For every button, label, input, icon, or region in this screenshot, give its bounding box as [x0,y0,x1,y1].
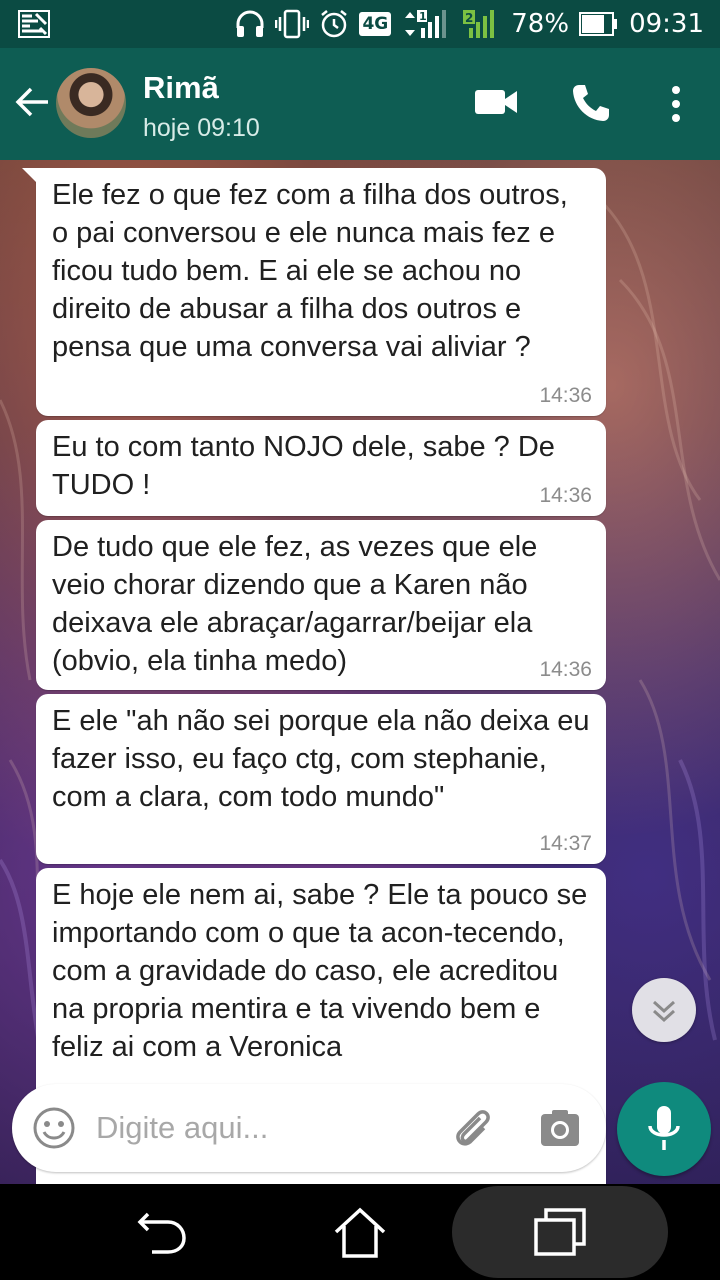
chat-header: Rimã hoje 09:10 [0,48,720,160]
message-time: 14:36 [539,384,592,407]
message-composer[interactable]: Digite aqui... [12,1084,606,1172]
message-text: Eu to com tanto NOJO dele, sabe ? De TUD… [52,431,563,501]
last-seen: hoje 09:10 [143,114,260,142]
more-vert-icon[interactable] [664,84,688,124]
chat-area[interactable]: Ele fez o que fez com a filha dos outros… [0,160,720,1184]
message-text: E hoje ele nem ai, sabe ? Ele ta pouco s… [52,879,596,1063]
gallery-notification-icon [18,10,50,38]
phone-call-icon[interactable] [570,82,612,124]
message-bubble[interactable]: Eu to com tanto NOJO dele, sabe ? De TUD… [36,420,606,516]
system-nav-bar [0,1184,720,1280]
sim2-label: 2 [465,11,473,25]
message-input[interactable]: Digite aqui... [96,1110,268,1146]
battery-icon [579,12,618,36]
microphone-icon [648,1106,680,1150]
camera-icon[interactable] [539,1108,581,1148]
battery-percent: 78% [511,9,570,39]
scroll-down-button[interactable] [632,978,696,1042]
message-text: De tudo que ele fez, as vezes que ele ve… [52,531,546,677]
bubble-tail [22,168,38,184]
headphones-icon [236,10,264,37]
voice-record-button[interactable] [617,1082,711,1176]
message-bubble[interactable]: Ele fez o que fez com a filha dos outros… [22,168,606,416]
network-type-badge: 4G [359,12,392,36]
message-text: E ele "ah não sei porque ela não deixa e… [52,705,598,813]
vibrate-icon [275,9,310,39]
message-bubble[interactable]: De tudo que ele fez, as vezes que ele ve… [36,520,606,690]
emoji-icon[interactable] [32,1106,76,1150]
signal-sim2-icon: 2 [463,10,495,38]
nav-back-icon[interactable] [134,1204,190,1260]
status-bar: 4G 1 2 78% 09:31 [0,0,720,48]
avatar[interactable] [56,68,126,138]
message-time: 14:36 [539,658,592,681]
clock: 09:31 [629,9,704,39]
signal-sim1-icon: 1 [405,10,447,38]
message-time: 14:37 [539,832,592,855]
double-chevron-down-icon [652,1000,676,1023]
sim1-label: 1 [419,10,427,23]
alarm-icon [321,10,348,38]
video-call-icon[interactable] [473,86,519,118]
nav-recents-icon[interactable] [532,1206,588,1258]
message-bubble[interactable]: E ele "ah não sei porque ela não deixa e… [36,694,606,864]
back-arrow-icon[interactable] [14,84,50,120]
attach-icon[interactable] [450,1106,496,1152]
contact-name[interactable]: Rimã [143,70,219,106]
nav-home-icon[interactable] [330,1202,390,1262]
message-text: Ele fez o que fez com a filha dos outros… [52,179,576,363]
message-time: 14:36 [539,484,592,507]
